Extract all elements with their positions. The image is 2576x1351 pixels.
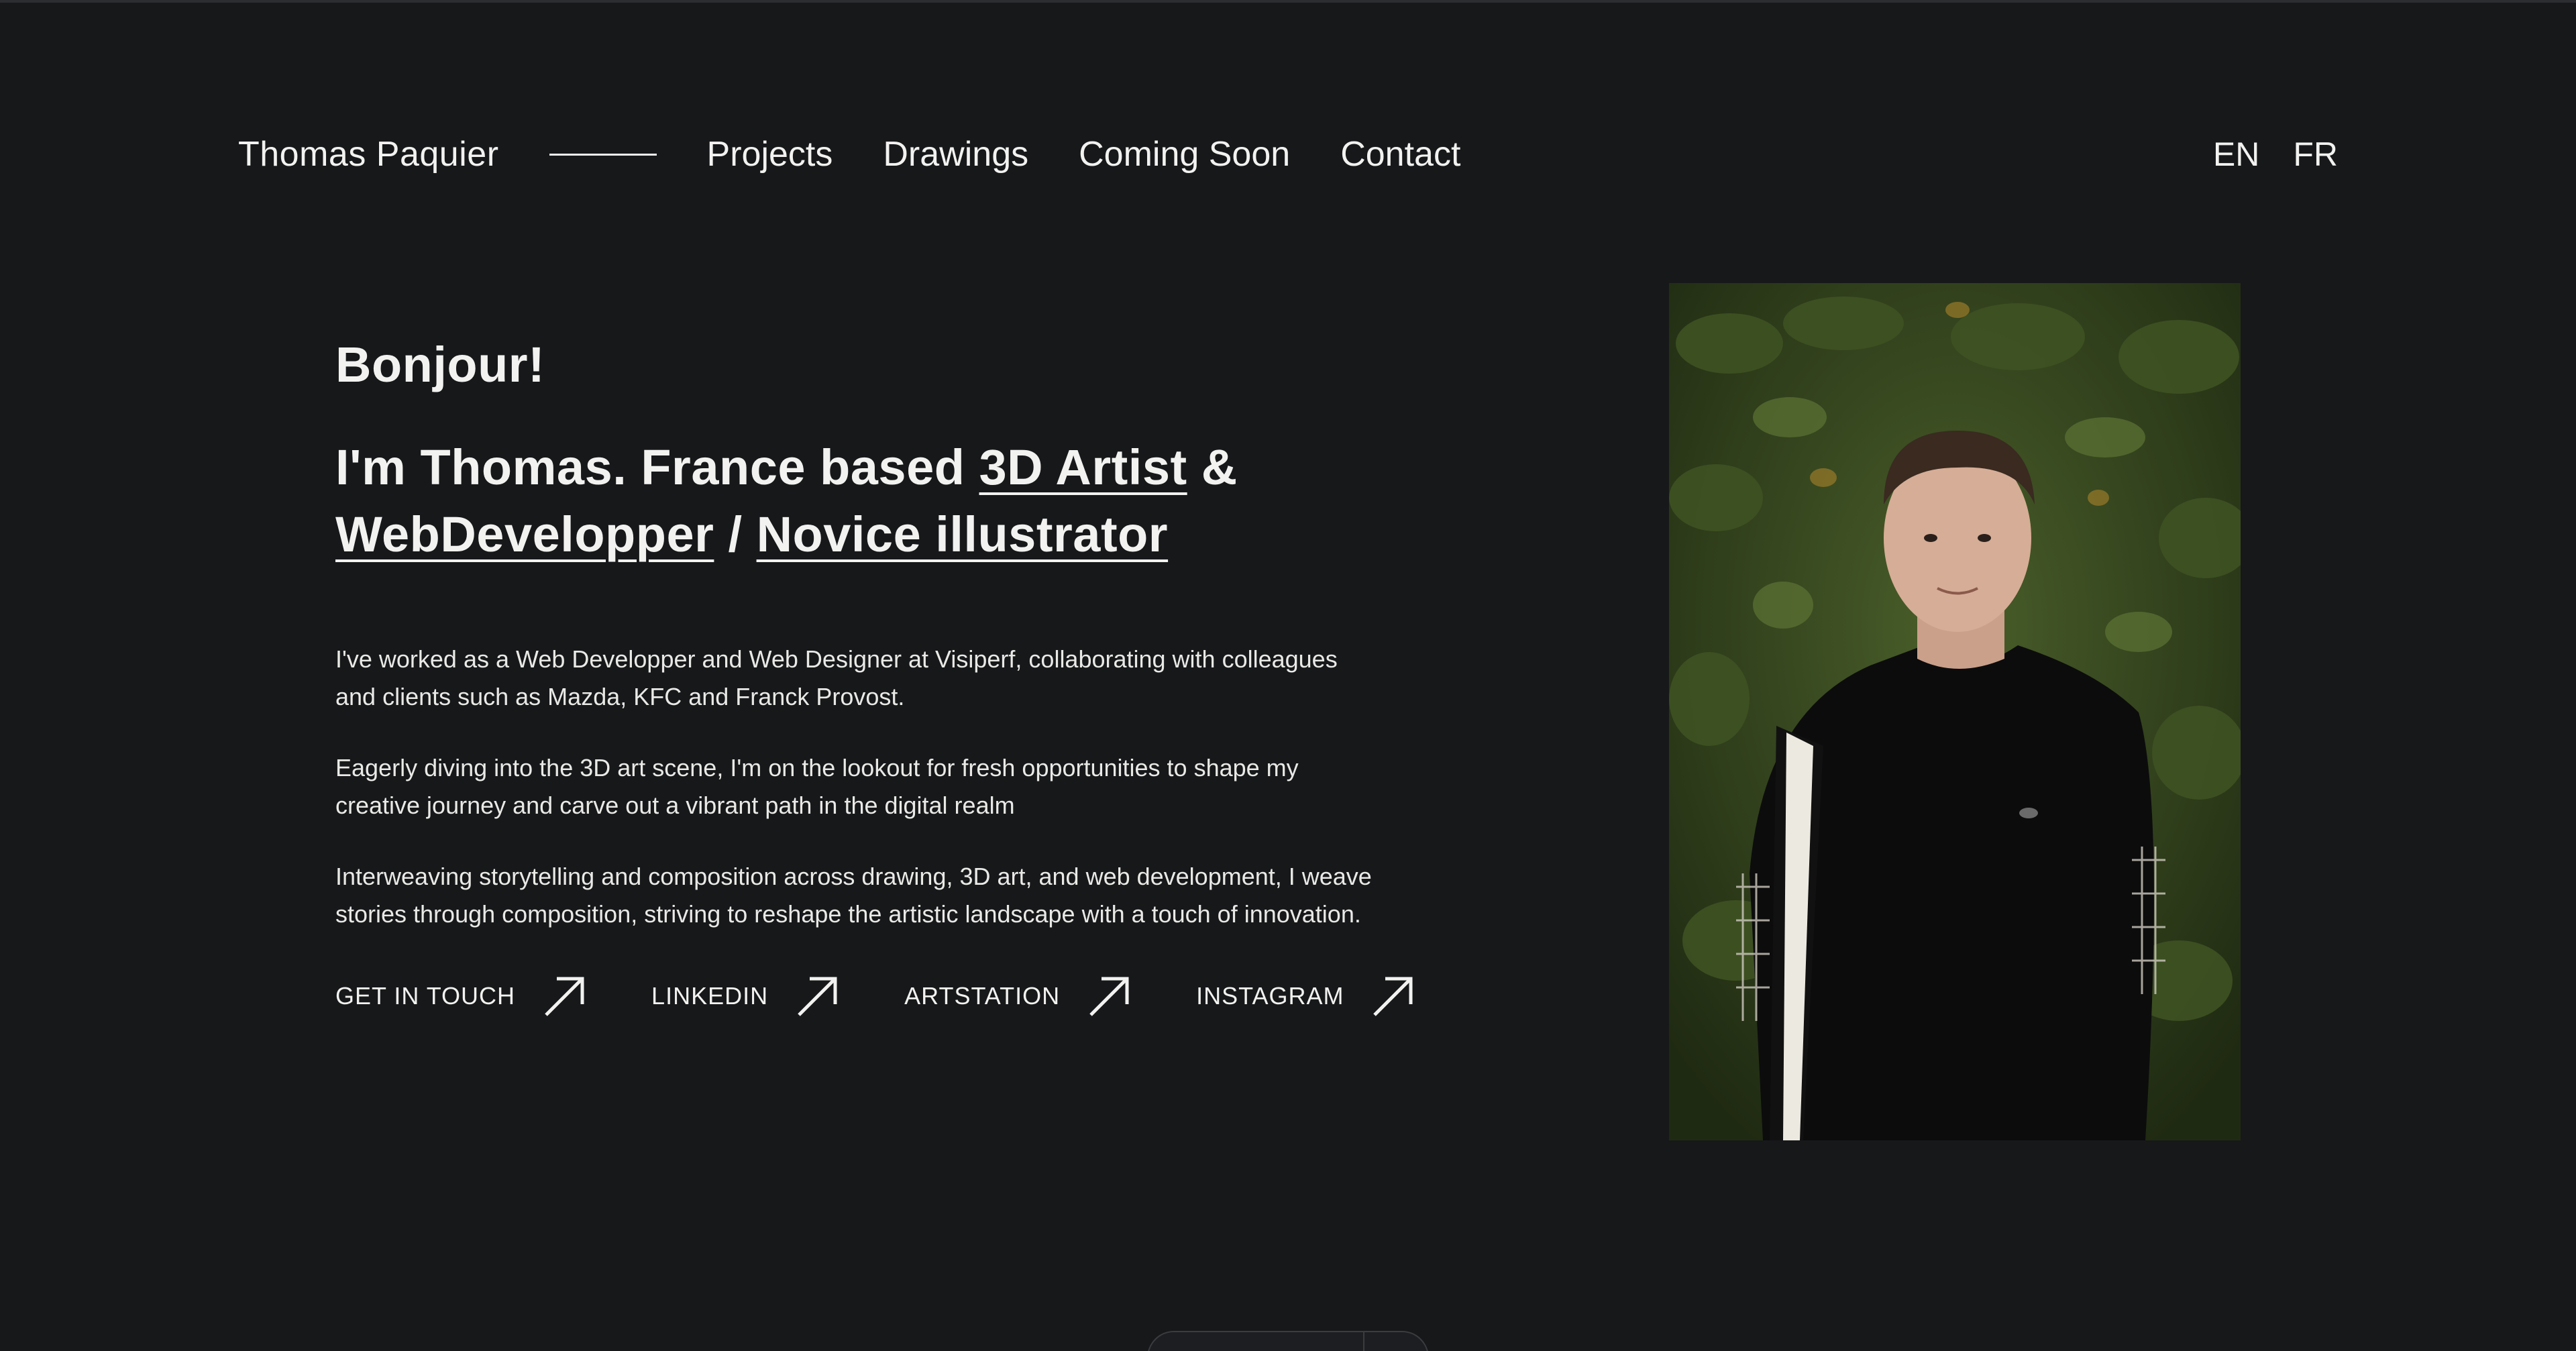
external-links: GET IN TOUCH LINKEDIN ARTSTATION INSTAGR… (335, 973, 1413, 1019)
role-webdevelopper-link[interactable]: WebDevelopper (335, 506, 714, 562)
top-navigation: Thomas Paquier Projects Drawings Coming … (238, 131, 2338, 178)
language-en[interactable]: EN (2213, 135, 2259, 174)
arrow-up-right-icon (1373, 977, 1413, 1016)
nav-links: Projects Drawings Coming Soon Contact (707, 134, 1461, 174)
arrow-up-right-icon (545, 977, 584, 1016)
role-3d-artist-link[interactable]: 3D Artist (979, 439, 1187, 495)
nav-link-drawings[interactable]: Drawings (883, 134, 1028, 174)
artstation-link[interactable]: ARTSTATION (904, 973, 1132, 1019)
bio-paragraph-3: Interweaving storytelling and compositio… (335, 862, 1372, 928)
portrait-illustration (1669, 283, 2241, 1140)
headline-prefix: I'm Thomas. France based (335, 439, 979, 495)
floating-pill-control[interactable] (1147, 1331, 1429, 1351)
portrait-photo (1669, 283, 2241, 1140)
brand-name[interactable]: Thomas Paquier (238, 134, 499, 174)
linkedin-label: LINKEDIN (651, 981, 769, 1010)
top-border (0, 0, 2576, 3)
greeting: Bonjour! (335, 337, 545, 392)
intro-section: Bonjour! I'm Thomas. France based 3D Art… (335, 335, 1413, 1019)
bio-paragraph-2: Eagerly diving into the 3D art scene, I'… (335, 753, 1299, 819)
nav-link-coming-soon[interactable]: Coming Soon (1079, 134, 1290, 174)
pill-divider (1363, 1332, 1364, 1351)
instagram-label: INSTAGRAM (1196, 981, 1344, 1010)
headline: I'm Thomas. France based 3D Artist & WebD… (335, 434, 1409, 568)
nav-divider (549, 153, 657, 156)
linkedin-link[interactable]: LINKEDIN (651, 973, 841, 1019)
instagram-link[interactable]: INSTAGRAM (1196, 973, 1416, 1019)
language-fr[interactable]: FR (2293, 135, 2338, 174)
arrow-up-right-icon (798, 977, 837, 1016)
bio-paragraph-1: I've worked as a Web Developper and Web … (335, 645, 1338, 710)
language-switcher: EN FR (2213, 131, 2338, 178)
get-in-touch-label: GET IN TOUCH (335, 981, 516, 1010)
nav-link-contact[interactable]: Contact (1340, 134, 1460, 174)
role-illustrator-link[interactable]: Novice illustrator (757, 506, 1169, 562)
arrow-up-right-icon (1089, 977, 1129, 1016)
bio: I've worked as a Web Developper and Web … (335, 641, 1382, 933)
artstation-label: ARTSTATION (904, 981, 1061, 1010)
headline-ampersand: & (1187, 439, 1238, 495)
get-in-touch-link[interactable]: GET IN TOUCH (335, 973, 588, 1019)
headline-slash: / (714, 506, 757, 562)
nav-link-projects[interactable]: Projects (707, 134, 833, 174)
